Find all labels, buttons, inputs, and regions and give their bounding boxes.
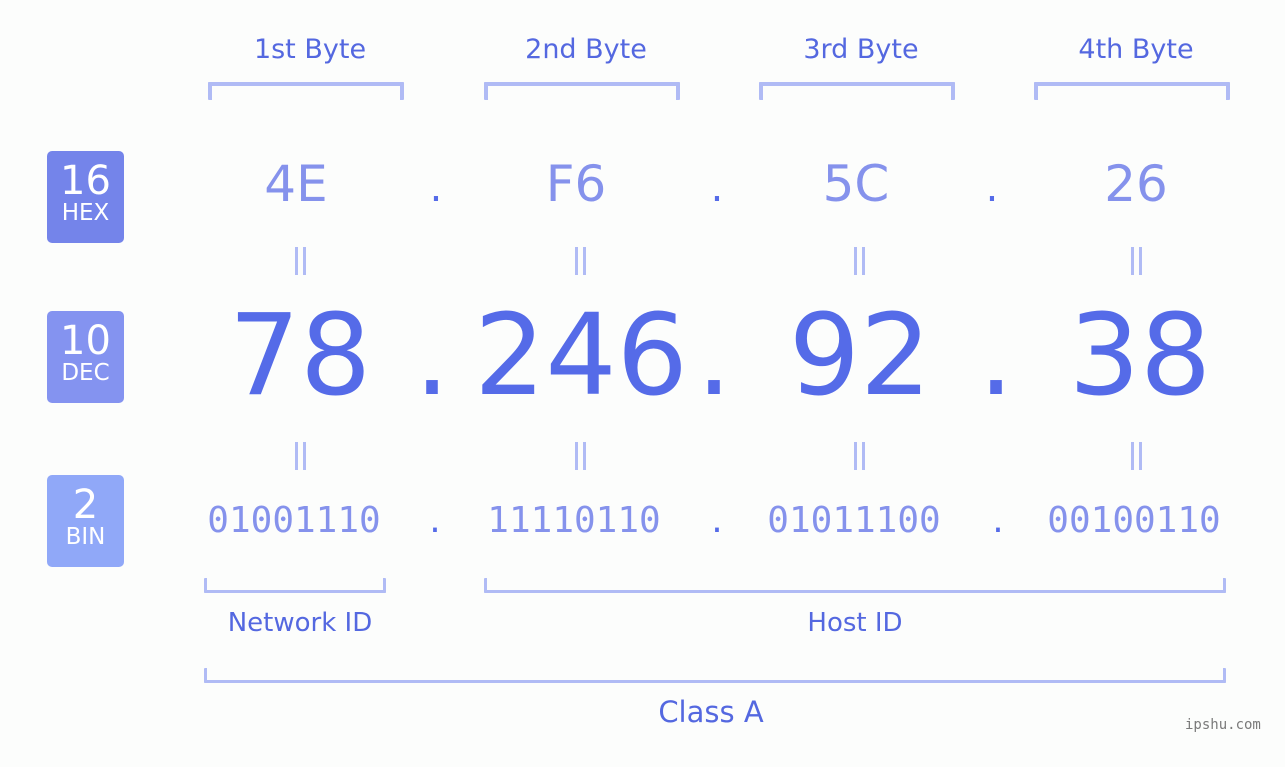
host-id-bracket bbox=[484, 578, 1226, 593]
byte-header-1: 1st Byte bbox=[253, 34, 367, 65]
byte-bracket-1 bbox=[208, 82, 404, 100]
bin-byte-3: 01011100 bbox=[767, 500, 941, 541]
network-id-bracket bbox=[204, 578, 386, 593]
dec-byte-4: 38 bbox=[1068, 291, 1212, 421]
hex-byte-2: F6 bbox=[545, 155, 607, 213]
bin-badge-number: 2 bbox=[72, 482, 99, 528]
dec-byte-1: 78 bbox=[228, 291, 372, 421]
hex-separator-1: . bbox=[429, 165, 443, 211]
byte-header-4: 4th Byte bbox=[1078, 34, 1194, 65]
dec-byte-2: 246 bbox=[474, 291, 688, 421]
hex-separator-3: . bbox=[985, 165, 999, 211]
byte-header-3: 3rd Byte bbox=[803, 34, 919, 65]
watermark: ipshu.com bbox=[1185, 717, 1261, 733]
class-bracket bbox=[204, 668, 1226, 683]
hex-badge-label: HEX bbox=[61, 200, 110, 226]
dec-byte-3: 92 bbox=[788, 291, 932, 421]
dec-badge-label: DEC bbox=[61, 360, 110, 386]
bin-badge: 2 BIN bbox=[47, 475, 124, 567]
class-label: Class A bbox=[658, 695, 764, 729]
dec-badge-number: 10 bbox=[60, 318, 111, 364]
hex-byte-1: 4E bbox=[264, 155, 328, 213]
hex-byte-3: 5C bbox=[822, 155, 890, 213]
dec-separator-1: . bbox=[414, 291, 450, 421]
network-id-label: Network ID bbox=[227, 608, 373, 638]
bin-byte-1: 01001110 bbox=[207, 500, 381, 541]
hex-separator-2: . bbox=[710, 165, 724, 211]
bin-byte-2: 11110110 bbox=[487, 500, 661, 541]
bin-byte-4: 00100110 bbox=[1047, 500, 1221, 541]
bin-separator-3: . bbox=[992, 500, 1004, 541]
dec-separator-3: . bbox=[978, 291, 1014, 421]
byte-bracket-3 bbox=[759, 82, 955, 100]
host-id-label: Host ID bbox=[807, 608, 903, 638]
dec-badge: 10 DEC bbox=[47, 311, 124, 403]
dec-separator-2: . bbox=[696, 291, 732, 421]
hex-badge: 16 HEX bbox=[47, 151, 124, 243]
bin-separator-2: . bbox=[711, 500, 723, 541]
bin-separator-1: . bbox=[429, 500, 441, 541]
hex-byte-4: 26 bbox=[1104, 155, 1168, 213]
hex-badge-number: 16 bbox=[60, 158, 111, 204]
byte-bracket-4 bbox=[1034, 82, 1230, 100]
bin-badge-label: BIN bbox=[65, 524, 106, 550]
byte-header-2: 2nd Byte bbox=[525, 34, 647, 65]
byte-bracket-2 bbox=[484, 82, 680, 100]
